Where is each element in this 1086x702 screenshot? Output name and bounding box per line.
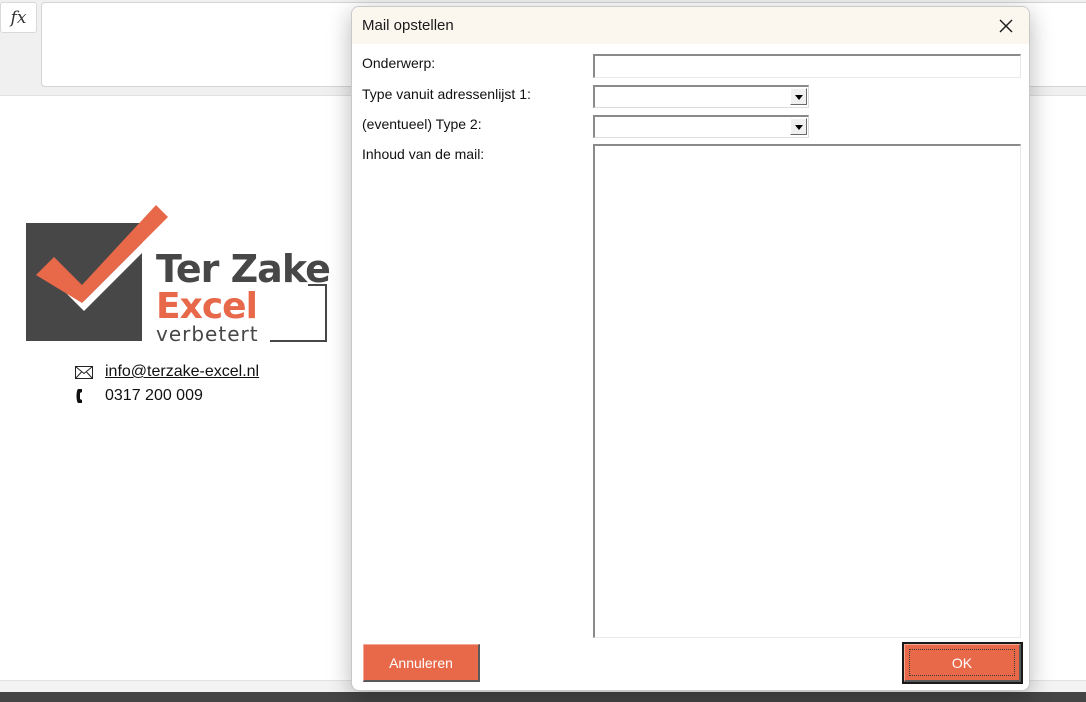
logo-text-verbetert: verbetert: [156, 322, 259, 346]
type1-label: Type vanuit adressenlijst 1:: [362, 86, 531, 102]
taskbar: [0, 692, 1086, 702]
ok-button[interactable]: OK: [902, 642, 1023, 684]
close-icon: [999, 19, 1013, 33]
subject-input[interactable]: [593, 54, 1021, 78]
body-textarea[interactable]: [593, 144, 1021, 638]
dialog-titlebar[interactable]: Mail opstellen: [352, 7, 1029, 44]
phone-icon: [75, 388, 105, 404]
phone-number: 0317 200 009: [105, 387, 203, 404]
contact-email-row: info@terzake-excel.nl: [75, 363, 259, 381]
email-link[interactable]: info@terzake-excel.nl: [105, 363, 259, 381]
logo-text-ter-zake: Ter Zake: [156, 247, 331, 291]
mail-compose-dialog: Mail opstellen Onderwerp: Type vanuit ad…: [351, 6, 1030, 691]
fx-label: fx: [10, 7, 27, 28]
focus-rectangle: [909, 649, 1015, 676]
type2-combobox[interactable]: [593, 115, 809, 138]
subject-label: Onderwerp:: [362, 55, 436, 71]
chevron-down-icon[interactable]: [790, 118, 807, 135]
type1-combobox[interactable]: [593, 85, 809, 108]
cancel-button-label: Annuleren: [389, 654, 453, 671]
envelope-icon: [75, 365, 105, 379]
logo-text-excel: Excel: [156, 286, 258, 327]
chevron-down-icon[interactable]: [790, 88, 807, 105]
insert-function-button[interactable]: fx: [0, 2, 37, 33]
body-label: Inhoud van de mail:: [362, 146, 485, 162]
close-button[interactable]: [991, 11, 1021, 41]
cancel-button[interactable]: Annuleren: [363, 644, 480, 682]
type2-label: (eventueel) Type 2:: [362, 116, 482, 132]
dialog-title: Mail opstellen: [362, 17, 454, 34]
contact-phone-row: 0317 200 009: [75, 387, 203, 405]
